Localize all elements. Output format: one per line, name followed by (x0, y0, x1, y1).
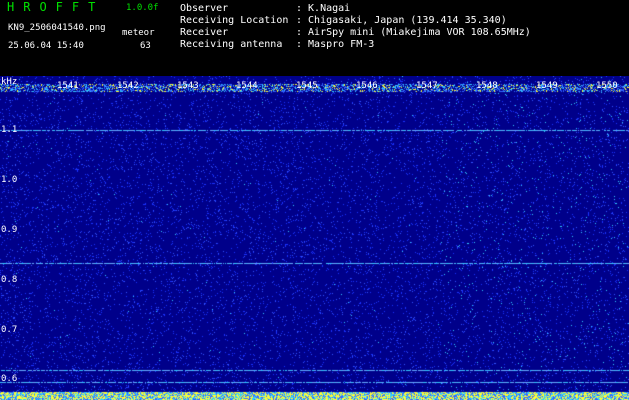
datetime: 25.06.04 15:40 (8, 41, 84, 51)
meteor-count: 63 (140, 41, 151, 51)
spectrogram (0, 76, 629, 400)
x-tick: 1544 (236, 81, 258, 91)
filename: KN9_2506041540.png (8, 23, 106, 33)
x-tick: 1549 (536, 81, 558, 91)
app-name: HROFFT (7, 0, 105, 14)
x-tick: 1543 (177, 81, 199, 91)
x-tick: 1541 (57, 81, 79, 91)
observer-label: Observer (180, 3, 229, 14)
y-tick: 0.6 (1, 374, 18, 384)
y-tick: 0.9 (1, 225, 18, 235)
y-tick: 1.1 (1, 125, 18, 135)
x-tick: 1547 (416, 81, 438, 91)
x-tick: 1546 (356, 81, 378, 91)
x-tick: 1548 (476, 81, 498, 91)
antenna-value: : Maspro FM-3 (296, 39, 375, 50)
location-label: Receiving Location (180, 15, 289, 26)
receiver-label: Receiver (180, 27, 229, 38)
y-tick: 1.0 (1, 175, 18, 185)
x-tick: 1542 (117, 81, 139, 91)
x-tick: 1550 (596, 81, 618, 91)
x-tick: 1545 (296, 81, 318, 91)
y-axis-unit: kHz (1, 77, 18, 87)
version: 1.0.0f (126, 3, 159, 13)
meteor-label: meteor (122, 28, 155, 38)
y-tick: 0.7 (1, 325, 18, 335)
receiver-value: : AirSpy mini (Miakejima VOR 108.65MHz) (296, 27, 531, 38)
location-value: : Chigasaki, Japan (139.414 35.340) (296, 15, 507, 26)
antenna-label: Receiving antenna (180, 39, 283, 50)
observer-value: : K.Nagai (296, 3, 351, 14)
y-tick: 0.8 (1, 275, 18, 285)
